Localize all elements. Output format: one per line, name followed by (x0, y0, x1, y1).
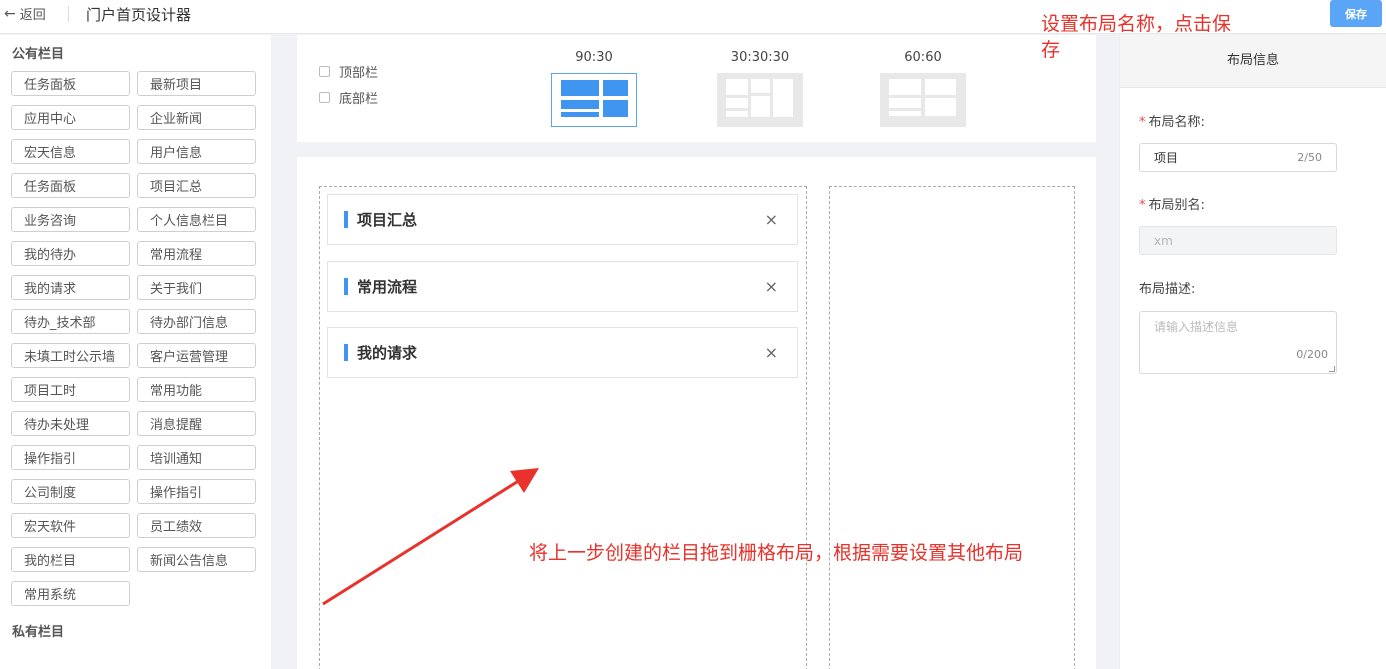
card-accent-bar (344, 344, 348, 361)
column-item[interactable]: 任务面板 (11, 71, 130, 96)
grid-layout-canvas: 项目汇总 × 常用流程 × 我的请求 × (297, 157, 1096, 669)
column-item[interactable]: 个人信息栏目 (137, 207, 256, 232)
bottom-bar-label: 底部栏 (339, 92, 379, 107)
column-item[interactable]: 宏天信息 (11, 139, 130, 164)
annotation-drag: 将上一步创建的栏目拖到栅格布局，根据需要设置其他布局 (529, 542, 1024, 564)
private-columns-title: 私有栏目 (12, 625, 65, 640)
layout-name-label: * 布局名称: (1139, 115, 1205, 130)
column-item[interactable]: 公司制度 (11, 479, 130, 504)
layout-alias-value: xm (1154, 233, 1173, 248)
required-mark: * (1139, 115, 1146, 130)
layout-option-90-30[interactable]: 90:30 (551, 50, 637, 127)
column-item[interactable]: 我的请求 (11, 275, 130, 300)
top-bar-checkbox[interactable]: 顶部栏 (319, 62, 378, 81)
column-item[interactable]: 员工绩效 (137, 513, 256, 538)
column-item[interactable]: 业务咨询 (11, 207, 130, 232)
layout-option-label: 30:30:30 (730, 50, 790, 65)
column-item[interactable]: 宏天软件 (11, 513, 130, 538)
resize-grip-icon[interactable] (1329, 366, 1335, 372)
checkbox-icon (319, 92, 330, 103)
layout-60-60-icon (880, 73, 966, 127)
column-item[interactable]: 新闻公告信息 (137, 547, 256, 572)
column-item[interactable]: 常用系统 (11, 581, 130, 606)
bottom-bar-checkbox[interactable]: 底部栏 (319, 88, 378, 107)
layout-option-label: 90:30 (575, 50, 613, 65)
char-counter: 2/50 (1297, 151, 1322, 164)
card-accent-bar (344, 211, 348, 228)
card-title: 我的请求 (357, 344, 418, 362)
column-item[interactable]: 培训通知 (137, 445, 256, 470)
grid-card[interactable]: 项目汇总 × (327, 194, 798, 245)
column-item[interactable]: 应用中心 (11, 105, 130, 130)
save-button[interactable]: 保存 (1330, 0, 1382, 27)
column-item[interactable]: 操作指引 (11, 445, 130, 470)
layout-desc-textarea[interactable]: 请输入描述信息 0/200 (1139, 311, 1337, 374)
column-item[interactable]: 最新项目 (137, 71, 256, 96)
public-column-list: 任务面板 最新项目 应用中心 企业新闻 宏天信息 用户信息 任务面板 项目汇总 业务咨询 个人信息… (11, 71, 261, 606)
column-item[interactable]: 操作指引 (137, 479, 256, 504)
layout-name-input[interactable]: 项目 2/50 (1139, 143, 1337, 172)
column-item[interactable]: 待办_技术部 (11, 309, 130, 334)
layout-30-30-30-icon (717, 73, 803, 127)
column-item[interactable]: 任务面板 (11, 173, 130, 198)
char-counter: 0/200 (1296, 348, 1328, 361)
column-item[interactable]: 待办部门信息 (137, 309, 256, 334)
header-divider (68, 6, 69, 22)
column-item[interactable]: 用户信息 (137, 139, 256, 164)
layout-90-30-icon (551, 73, 637, 127)
checkbox-icon (319, 66, 330, 77)
column-item[interactable]: 企业新闻 (137, 105, 256, 130)
column-item[interactable]: 项目工时 (11, 377, 130, 402)
page-title: 门户首页设计器 (86, 6, 192, 24)
close-icon[interactable]: × (765, 343, 778, 362)
column-sidebar: 公有栏目 任务面板 最新项目 应用中心 企业新闻 宏天信息 用户信息 任务面板 项目汇总 业务咨… (0, 35, 271, 669)
column-item[interactable]: 项目汇总 (137, 173, 256, 198)
back-label: 返回 (19, 8, 46, 23)
layout-alias-input: xm (1139, 226, 1337, 255)
grid-card[interactable]: 常用流程 × (327, 261, 798, 312)
desc-placeholder: 请输入描述信息 (1154, 320, 1239, 334)
layout-desc-label: 布局描述: (1139, 282, 1196, 297)
column-item[interactable]: 待办未处理 (11, 411, 130, 436)
layout-alias-label: * 布局别名: (1139, 198, 1205, 213)
required-mark: * (1139, 198, 1146, 213)
top-bar-label: 顶部栏 (339, 66, 379, 81)
arrow-left-icon: ← (4, 5, 16, 22)
column-item[interactable]: 常用流程 (137, 241, 256, 266)
card-title: 常用流程 (357, 278, 418, 296)
column-item[interactable]: 我的栏目 (11, 547, 130, 572)
column-item[interactable]: 常用功能 (137, 377, 256, 402)
layout-option-30-30-30[interactable]: 30:30:30 (717, 50, 803, 127)
layout-info-panel: 布局信息 * 布局名称: 项目 2/50 * 布局别名: xm 布局描述: 请输入描… (1119, 35, 1386, 669)
layout-name-value: 项目 (1154, 151, 1179, 165)
grid-column-left[interactable]: 项目汇总 × 常用流程 × 我的请求 × (319, 186, 807, 669)
grid-column-right[interactable] (829, 186, 1075, 669)
annotation-save: 设置布局名称，点击保存 (1041, 13, 1232, 61)
card-title: 项目汇总 (357, 211, 418, 229)
layout-options-panel: 顶部栏 底部栏 90:30 30:30:30 60:60 (297, 35, 1096, 142)
back-button[interactable]: ← 返回 (4, 4, 46, 24)
column-item[interactable]: 客户运营管理 (137, 343, 256, 368)
column-item[interactable]: 关于我们 (137, 275, 256, 300)
grid-card[interactable]: 我的请求 × (327, 327, 798, 378)
card-accent-bar (344, 278, 348, 295)
close-icon[interactable]: × (765, 277, 778, 296)
column-item[interactable]: 我的待办 (11, 241, 130, 266)
close-icon[interactable]: × (765, 210, 778, 229)
column-item[interactable]: 未填工时公示墙 (11, 343, 130, 368)
layout-option-label: 60:60 (904, 50, 942, 65)
column-item[interactable]: 消息提醒 (137, 411, 256, 436)
layout-option-60-60[interactable]: 60:60 (880, 50, 966, 127)
public-columns-title: 公有栏目 (12, 47, 65, 62)
